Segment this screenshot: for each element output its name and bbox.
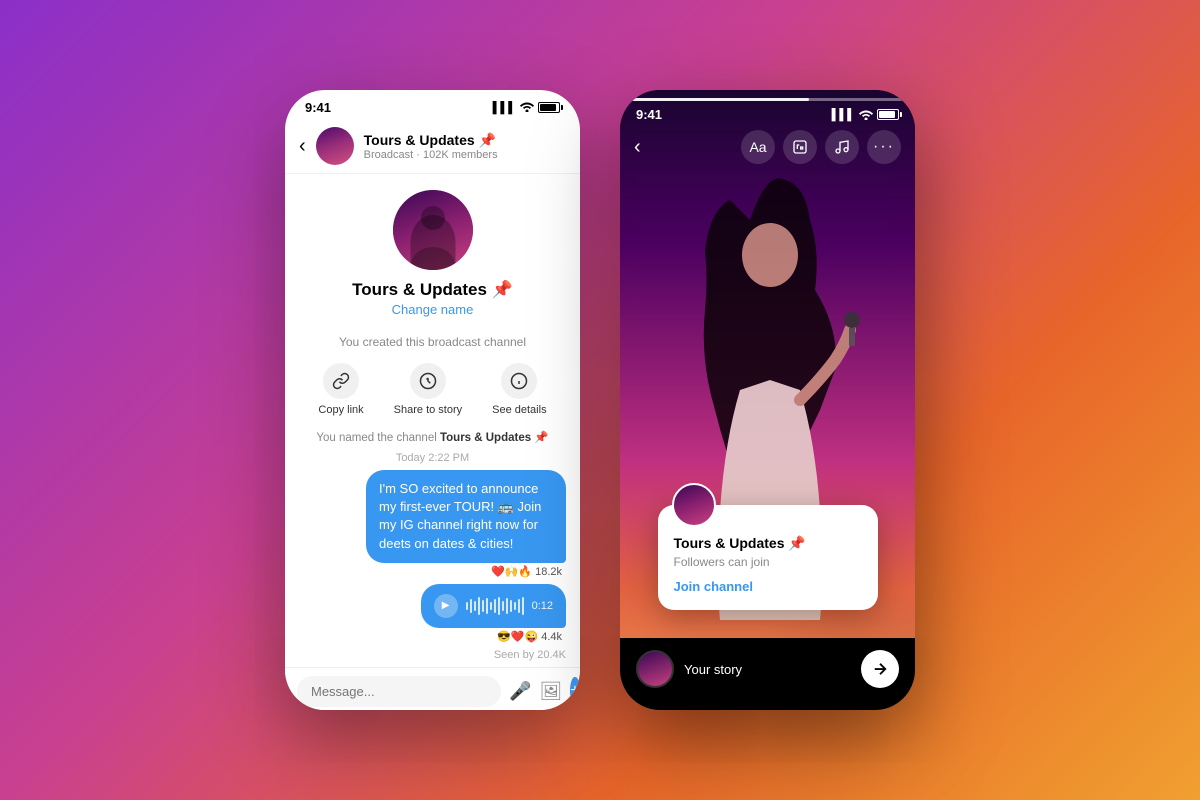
see-details-icon	[501, 363, 537, 399]
add-button[interactable]: +	[570, 677, 579, 705]
left-status-bar: 9:41 ▌▌▌	[285, 90, 580, 121]
waveform	[466, 597, 524, 615]
copy-link-icon	[323, 363, 359, 399]
card-followers-text: Followers can join	[674, 555, 862, 569]
channel-title: Tours & Updates 📌	[352, 280, 513, 300]
story-time: 9:41	[636, 107, 662, 122]
card-avatar	[672, 483, 716, 527]
big-avatar	[393, 190, 473, 270]
story-nav-bar: ‹ Aa ···	[620, 126, 915, 172]
see-details-button[interactable]: See details	[492, 363, 546, 416]
story-battery-icon	[877, 109, 899, 120]
right-phone: 9:41 ▌▌▌ ‹ Aa	[620, 90, 915, 710]
channel-name: Tours & Updates 📌	[364, 132, 566, 149]
battery-icon	[538, 102, 560, 113]
system-channel-name: Tours & Updates 📌	[440, 432, 549, 444]
left-phone: 9:41 ▌▌▌ ‹ Tours & Updates 📌 Broadcast ·…	[285, 90, 580, 710]
text-reactions: ❤️🙌🔥 18.2k	[366, 565, 562, 578]
join-channel-button[interactable]: Join channel	[674, 579, 862, 594]
music-button[interactable]	[825, 130, 859, 164]
channel-profile-section: Tours & Updates 📌 Change name	[299, 174, 566, 327]
text-tool-button[interactable]: Aa	[741, 130, 775, 164]
story-top-bar: 9:41 ▌▌▌ ‹ Aa	[620, 90, 915, 172]
microphone-icon[interactable]: 🎤	[509, 681, 531, 702]
text-icon: Aa	[749, 139, 766, 155]
copy-link-label: Copy link	[318, 404, 363, 416]
card-channel-name: Tours & Updates 📌	[674, 535, 862, 552]
text-bubble: I'm SO excited to announce my first-ever…	[366, 470, 566, 563]
channel-card: Tours & Updates 📌 Followers can join Joi…	[658, 505, 878, 610]
your-story-text: Your story	[684, 662, 851, 677]
story-back-button[interactable]: ‹	[634, 136, 641, 159]
channel-avatar-small	[316, 127, 354, 165]
more-options-button[interactable]: ···	[867, 130, 901, 164]
wifi-icon	[520, 101, 534, 115]
channel-info: Tours & Updates 📌 Broadcast · 102K membe…	[364, 132, 566, 161]
back-button[interactable]: ‹	[299, 135, 306, 158]
story-status-bar: 9:41 ▌▌▌	[620, 101, 915, 126]
copy-link-button[interactable]: Copy link	[318, 363, 363, 416]
left-time: 9:41	[305, 100, 331, 115]
created-text: You created this broadcast channel	[299, 335, 566, 349]
channel-meta: Broadcast · 102K members	[364, 149, 566, 161]
message-input[interactable]	[297, 676, 501, 707]
story-avatar	[636, 650, 674, 688]
input-bar: 🎤 🖼 +	[285, 667, 580, 710]
story-signal-icon: ▌▌▌	[832, 109, 855, 121]
change-name-link[interactable]: Change name	[392, 302, 474, 317]
left-status-icons: ▌▌▌	[493, 101, 560, 115]
audio-duration: 0:12	[532, 600, 553, 612]
see-details-label: See details	[492, 404, 546, 416]
audio-reactions: 😎❤️😜 4.4k	[421, 630, 562, 643]
share-to-story-label: Share to story	[394, 404, 462, 416]
channel-body: Tours & Updates 📌 Change name You create…	[285, 174, 580, 667]
action-buttons: Copy link Share to story See details	[299, 363, 566, 416]
channel-header: ‹ Tours & Updates 📌 Broadcast · 102K mem…	[285, 121, 580, 174]
story-nav-icons: Aa ···	[741, 130, 901, 164]
story-bottom-bar: Your story	[620, 638, 915, 710]
play-button[interactable]: ▶	[434, 594, 458, 618]
seen-by: Seen by 20.4K	[299, 649, 566, 661]
audio-bubble: ▶	[421, 584, 566, 628]
signal-icon: ▌▌▌	[493, 102, 516, 114]
image-icon[interactable]: 🖼	[539, 681, 562, 702]
timestamp: Today 2:22 PM	[299, 452, 566, 464]
audio-bubble-wrap: ▶	[299, 584, 566, 643]
story-send-button[interactable]	[861, 650, 899, 688]
share-to-story-button[interactable]: Share to story	[394, 363, 462, 416]
story-background	[620, 90, 915, 710]
share-story-icon	[410, 363, 446, 399]
story-status-icons: ▌▌▌	[832, 109, 899, 121]
text-bubble-wrap: I'm SO excited to announce my first-ever…	[299, 470, 566, 578]
gif-button[interactable]	[783, 130, 817, 164]
system-message: You named the channel Tours & Updates 📌	[299, 430, 566, 444]
